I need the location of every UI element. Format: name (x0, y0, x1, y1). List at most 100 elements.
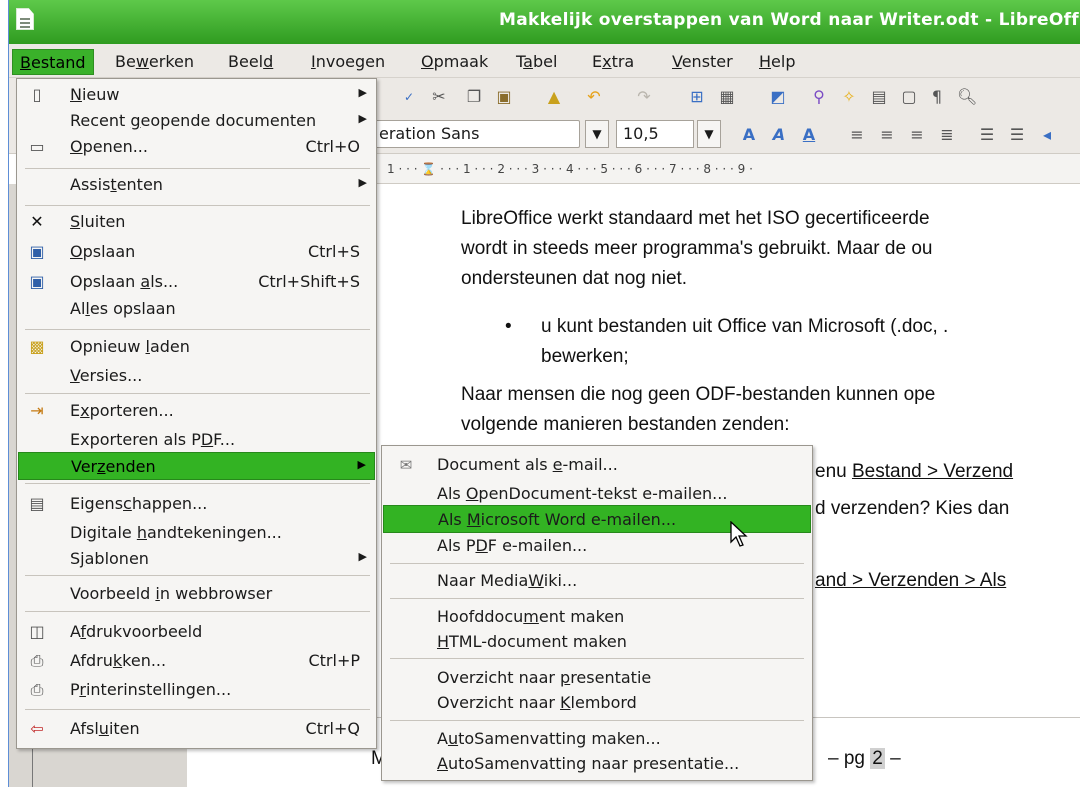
menu-item-opslaan-als[interactable]: ▣ Opslaan als... Ctrl+Shift+S (18, 268, 375, 296)
horizontal-ruler[interactable]: 1 · · · ⌛ · · · 1 · · · 2 · · · 3 · · · … (375, 154, 1080, 184)
reload-icon: ▩ (29, 337, 45, 356)
submenu-arrow-icon: ▶ (358, 550, 367, 563)
ruler-ticks: 1 · · · ⌛ · · · 1 · · · 2 · · · 3 · · · … (387, 162, 753, 176)
formatting-marks-icon[interactable]: ¶ (927, 87, 947, 107)
show-draw-functions-icon[interactable]: ◩ (768, 87, 788, 107)
submenu-item-autosamenvatting-presentatie[interactable]: AutoSamenvatting naar presentatie... (383, 750, 811, 778)
submenu-arrow-icon: ▶ (357, 458, 366, 471)
submenu-arrow-icon: ▶ (358, 112, 367, 125)
align-center-icon[interactable]: ≡ (877, 125, 897, 145)
page-number-field: – pg 2 – (828, 748, 901, 769)
table-icon[interactable]: ▦ (717, 87, 737, 107)
spellcheck-icon[interactable]: ✓ (399, 87, 419, 107)
menu-item-opnieuw-laden[interactable]: ▩ Opnieuw laden (18, 333, 375, 361)
paste-icon[interactable]: ▣ (494, 87, 514, 107)
decrease-indent-icon[interactable]: ◂ (1037, 125, 1057, 145)
submenu-arrow-icon: ▶ (358, 176, 367, 189)
menu-item-recent[interactable]: Recent geopende documenten ▶ (18, 107, 375, 135)
submenu-item-opendocument-email[interactable]: Als OpenDocument-tekst e-mailen... (383, 480, 811, 508)
submenu-item-overzicht-klembord[interactable]: Overzicht naar Klembord (383, 689, 811, 717)
menu-item-openen[interactable]: ▭ Openen... Ctrl+O (18, 133, 375, 161)
font-color-icon[interactable]: A (739, 125, 759, 145)
menu-separator (25, 205, 370, 206)
menu-item-afsluiten[interactable]: ⇦ Afsluiten Ctrl+Q (18, 715, 375, 743)
menu-bewerken[interactable]: Bewerken (108, 49, 201, 75)
email-icon: ✉ (399, 456, 413, 474)
gallery-icon[interactable]: ▤ (869, 87, 889, 107)
menu-tabel[interactable]: Tabel (509, 49, 564, 75)
window-title: Makkelijk overstappen van Word naar Writ… (499, 10, 1080, 30)
background-color-icon[interactable]: A (799, 125, 819, 145)
menu-help[interactable]: Help (752, 49, 802, 75)
font-name-input[interactable]: eration Sans (372, 120, 580, 148)
copy-icon[interactable]: ❐ (464, 87, 484, 107)
menu-bestand[interactable]: Bestand (12, 49, 94, 75)
menu-item-afdrukvoorbeeld[interactable]: ◫ Afdrukvoorbeeld (18, 618, 375, 646)
cut-icon[interactable]: ✂ (429, 87, 449, 107)
submenu-arrow-icon: ▶ (358, 86, 367, 99)
menu-item-verzenden[interactable]: Verzenden ▶ (18, 452, 375, 480)
hyperlink-icon[interactable]: ⊞ (687, 87, 707, 107)
menu-separator (390, 563, 804, 564)
open-folder-icon: ▭ (29, 137, 45, 156)
menu-separator (390, 658, 804, 659)
document-paragraph-line: wordt in steeds meer programma's gebruik… (461, 238, 933, 259)
submenu-item-overzicht-presentatie[interactable]: Overzicht naar presentatie (383, 664, 811, 692)
submenu-item-mediawiki[interactable]: Naar MediaWiki... (383, 567, 811, 595)
document-paragraph-line: volgende manieren bestanden zenden: (461, 414, 790, 435)
menu-item-exporteren-pdf[interactable]: Exporteren als PDF... (18, 426, 375, 454)
menu-item-opslaan[interactable]: ▣ Opslaan Ctrl+S (18, 238, 375, 266)
menu-item-eigenschappen[interactable]: ▤ Eigenschappen... (18, 490, 375, 518)
menu-venster[interactable]: Venster (665, 49, 740, 75)
align-right-icon[interactable]: ≡ (907, 125, 927, 145)
menu-item-afdrukken[interactable]: ⎙ Afdrukken... Ctrl+P (18, 647, 375, 675)
menu-beeld[interactable]: Beeld (221, 49, 280, 75)
zoom-icon[interactable]: 🔍︎ (957, 87, 977, 107)
menu-item-sjablonen[interactable]: Sjablonen ▶ (18, 545, 375, 573)
chevron-down-icon[interactable]: ▼ (697, 120, 721, 148)
printer-settings-icon: ⎙ (30, 680, 44, 699)
menu-item-assistenten[interactable]: Assistenten ▶ (18, 171, 375, 199)
menu-opmaak[interactable]: Opmaak (414, 49, 495, 75)
submenu-item-autosamenvatting[interactable]: AutoSamenvatting maken... (383, 725, 811, 753)
menu-item-webbrowser[interactable]: Voorbeeld in webbrowser (18, 580, 375, 608)
submenu-item-html-document[interactable]: HTML-document maken (383, 628, 811, 656)
menu-separator (25, 709, 370, 710)
save-as-icon: ▣ (29, 272, 45, 291)
menu-separator (25, 611, 370, 612)
document-paragraph-line: Naar mensen die nog geen ODF-bestanden k… (461, 384, 936, 405)
navigator-icon[interactable]: ✧ (839, 87, 859, 107)
properties-icon: ▤ (29, 494, 45, 513)
file-menu: ▯ Nieuw ▶ Recent geopende documenten ▶ ▭… (16, 78, 377, 749)
menu-bar: Bestand Bewerken Beeld Invoegen Opmaak T… (9, 44, 1080, 78)
submenu-item-document-email[interactable]: ✉ Document als e-mail... (383, 451, 811, 479)
numbering-icon[interactable]: ☰ (977, 125, 997, 145)
document-paragraph-line: LibreOffice werkt standaard met het ISO … (461, 208, 930, 229)
bullet-item-line: bewerken; (541, 346, 629, 367)
menu-invoegen[interactable]: Invoegen (304, 49, 392, 75)
data-sources-icon[interactable]: ▢ (899, 87, 919, 107)
menu-item-printerinstellingen[interactable]: ⎙ Printerinstellingen... (18, 676, 375, 704)
menu-item-versies[interactable]: Versies... (18, 362, 375, 390)
exit-icon: ⇦ (30, 719, 44, 738)
menu-item-exporteren[interactable]: ⇥ Exporteren... (18, 397, 375, 425)
menu-extra[interactable]: Extra (585, 49, 641, 75)
font-size-input[interactable]: 10,5 (616, 120, 694, 148)
bullets-icon[interactable]: ☰ (1007, 125, 1027, 145)
find-replace-icon[interactable]: ⚲ (809, 87, 829, 107)
menu-item-digitale-handtekeningen[interactable]: Digitale handtekeningen... (18, 519, 375, 547)
clone-formatting-icon[interactable]: ▲ (544, 87, 564, 107)
save-icon: ▣ (29, 242, 45, 261)
menu-separator (25, 483, 370, 484)
menu-item-alles-opslaan[interactable]: Alles opslaan (18, 295, 375, 323)
undo-icon[interactable]: ↶ (584, 87, 604, 107)
chevron-down-icon[interactable]: ▼ (585, 120, 609, 148)
align-left-icon[interactable]: ≡ (847, 125, 867, 145)
justify-icon[interactable]: ≣ (937, 125, 957, 145)
menu-item-nieuw[interactable]: ▯ Nieuw ▶ (18, 81, 375, 109)
menu-item-sluiten[interactable]: ✕ Sluiten (18, 208, 375, 236)
submenu-item-hoofddocument[interactable]: Hoofddocument maken (383, 603, 811, 631)
highlighting-icon[interactable]: A (769, 125, 789, 145)
document-fragment: enu Bestand > Verzend (815, 461, 1014, 482)
redo-icon[interactable]: ↷ (634, 87, 654, 107)
